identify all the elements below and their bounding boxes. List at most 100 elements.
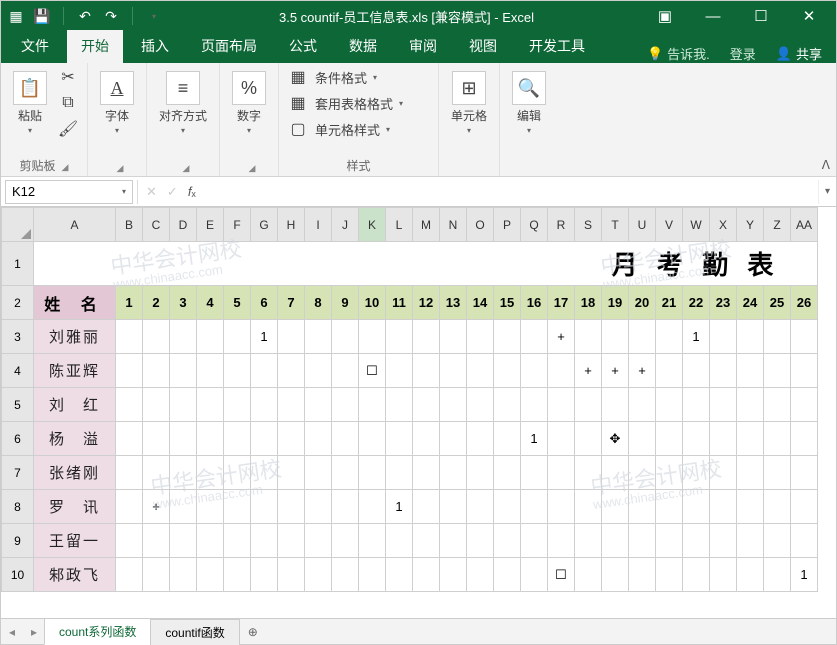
sign-in-link[interactable]: 登录: [730, 44, 756, 63]
cut-icon[interactable]: ✂: [57, 67, 79, 87]
cell[interactable]: [548, 422, 575, 456]
name-cell[interactable]: 王留一: [34, 524, 116, 558]
collapse-ribbon-icon[interactable]: ᐱ: [822, 158, 830, 172]
col-header-Y[interactable]: Y: [737, 208, 764, 242]
col-header-L[interactable]: L: [386, 208, 413, 242]
tab-scroll-left-icon[interactable]: ◂: [1, 625, 23, 639]
cell[interactable]: [116, 354, 143, 388]
formula-expand-icon[interactable]: ▾: [818, 180, 836, 204]
sheet-tab-count-series[interactable]: count系列函数: [44, 618, 151, 645]
tell-me-search[interactable]: 💡告诉我.: [647, 44, 710, 63]
new-sheet-icon[interactable]: ⊕: [240, 625, 266, 639]
cell[interactable]: [170, 422, 197, 456]
header-day-25[interactable]: 25: [764, 286, 791, 320]
cell[interactable]: [710, 388, 737, 422]
cell[interactable]: [494, 524, 521, 558]
cell[interactable]: [656, 490, 683, 524]
cell[interactable]: [494, 558, 521, 592]
col-header-K[interactable]: K: [359, 208, 386, 242]
col-header-I[interactable]: I: [305, 208, 332, 242]
row-header-7[interactable]: 7: [2, 456, 34, 490]
cell[interactable]: [656, 456, 683, 490]
tab-scroll-right-icon[interactable]: ▸: [23, 625, 45, 639]
cell[interactable]: [305, 320, 332, 354]
cell[interactable]: [737, 422, 764, 456]
cell[interactable]: [305, 490, 332, 524]
cell[interactable]: [683, 490, 710, 524]
tab-developer[interactable]: 开发工具: [515, 30, 599, 63]
cell[interactable]: [332, 320, 359, 354]
undo-icon[interactable]: ↶: [76, 7, 94, 25]
cell[interactable]: [413, 524, 440, 558]
cell[interactable]: [683, 524, 710, 558]
col-header-A[interactable]: A: [34, 208, 116, 242]
cell[interactable]: [548, 456, 575, 490]
cell[interactable]: [197, 422, 224, 456]
cell[interactable]: +: [629, 354, 656, 388]
col-header-X[interactable]: X: [710, 208, 737, 242]
cell[interactable]: [197, 524, 224, 558]
sheet-tab-countif[interactable]: countif函数: [150, 619, 239, 645]
header-day-17[interactable]: 17: [548, 286, 575, 320]
align-launcher-icon[interactable]: ◢: [183, 163, 190, 173]
cell[interactable]: [413, 456, 440, 490]
cell[interactable]: [656, 524, 683, 558]
cell[interactable]: [413, 354, 440, 388]
cell[interactable]: [386, 388, 413, 422]
cell[interactable]: [764, 320, 791, 354]
cell[interactable]: [467, 320, 494, 354]
cell[interactable]: [386, 422, 413, 456]
cell[interactable]: [710, 456, 737, 490]
row-header-4[interactable]: 4: [2, 354, 34, 388]
header-day-6[interactable]: 6: [251, 286, 278, 320]
cell[interactable]: [251, 422, 278, 456]
cell[interactable]: [359, 388, 386, 422]
cell[interactable]: [278, 490, 305, 524]
cell[interactable]: [359, 524, 386, 558]
cell[interactable]: [224, 388, 251, 422]
cell[interactable]: [602, 388, 629, 422]
col-header-U[interactable]: U: [629, 208, 656, 242]
cell[interactable]: [278, 388, 305, 422]
cell[interactable]: [548, 388, 575, 422]
cell[interactable]: [440, 524, 467, 558]
cell[interactable]: [359, 422, 386, 456]
header-day-15[interactable]: 15: [494, 286, 521, 320]
header-day-22[interactable]: 22: [683, 286, 710, 320]
col-header-P[interactable]: P: [494, 208, 521, 242]
col-header-F[interactable]: F: [224, 208, 251, 242]
cell[interactable]: [143, 456, 170, 490]
name-cell[interactable]: 邾政飞: [34, 558, 116, 592]
cell[interactable]: [197, 456, 224, 490]
cell[interactable]: [764, 456, 791, 490]
header-day-3[interactable]: 3: [170, 286, 197, 320]
font-launcher-icon[interactable]: ◢: [117, 163, 124, 173]
cell[interactable]: [791, 354, 818, 388]
row-header-10[interactable]: 10: [2, 558, 34, 592]
header-day-8[interactable]: 8: [305, 286, 332, 320]
tab-data[interactable]: 数据: [335, 30, 391, 63]
cell[interactable]: [575, 558, 602, 592]
col-header-G[interactable]: G: [251, 208, 278, 242]
cell[interactable]: [629, 456, 656, 490]
row-header-9[interactable]: 9: [2, 524, 34, 558]
cell[interactable]: [305, 456, 332, 490]
maximize-icon[interactable]: ☐: [746, 7, 776, 25]
cell[interactable]: [413, 558, 440, 592]
col-header-V[interactable]: V: [656, 208, 683, 242]
cell[interactable]: [521, 490, 548, 524]
cell[interactable]: [251, 558, 278, 592]
cell[interactable]: [467, 524, 494, 558]
cell[interactable]: [332, 490, 359, 524]
cell[interactable]: [224, 354, 251, 388]
col-header-AA[interactable]: AA: [791, 208, 818, 242]
cell[interactable]: [386, 558, 413, 592]
cell[interactable]: [656, 558, 683, 592]
cell[interactable]: [278, 422, 305, 456]
cell[interactable]: [251, 524, 278, 558]
col-header-S[interactable]: S: [575, 208, 602, 242]
cell[interactable]: [710, 490, 737, 524]
cell[interactable]: ✥: [602, 422, 629, 456]
cell[interactable]: [710, 422, 737, 456]
cell[interactable]: [494, 354, 521, 388]
